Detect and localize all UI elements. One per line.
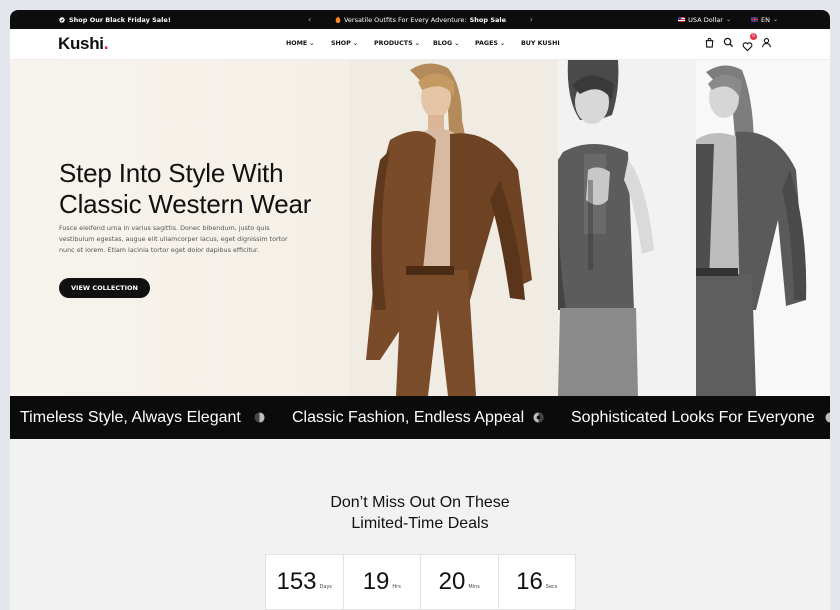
nav-label: BLOG (433, 40, 453, 47)
nav-item-shop[interactable]: SHOP ⌄ (331, 40, 374, 47)
hero-description: Fusce eleifend urna in varius sagittis. … (59, 224, 288, 254)
logo-dot: . (103, 34, 109, 53)
us-flag-icon (678, 17, 686, 22)
nav-item-pages[interactable]: PAGES ⌄ (475, 40, 521, 47)
search-icon[interactable] (723, 37, 734, 48)
nav-item-products[interactable]: PRODUCTS ⌄ (374, 40, 433, 47)
hero-title-line: Classic Western Wear (59, 189, 312, 219)
model-photo-brown-suit (350, 60, 558, 396)
deals-title: Don’t Miss Out On These Limited-Time Deal… (10, 492, 830, 534)
nav-label: HOME (286, 40, 308, 47)
countdown-value: 16 (516, 568, 543, 595)
locale-selectors: USA Dollar ⌄ EN ⌄ (678, 16, 778, 24)
model-photo-grayscale-vest (558, 60, 696, 396)
chevron-down-icon: ⌄ (352, 40, 359, 47)
wishlist-count-badge: 0 (750, 33, 757, 40)
uk-flag-icon (750, 17, 758, 22)
countdown-unit: Secs (545, 584, 558, 590)
countdown-value: 153 (276, 568, 317, 595)
currency-select[interactable]: USA Dollar ⌄ (678, 16, 731, 24)
nav-label: SHOP (331, 40, 351, 47)
announcement-bar: Shop Our Black Friday Sale! ‹ Versatile … (10, 10, 830, 29)
site-header: Kushi. HOME ⌄ SHOP ⌄ PRODUCTS ⌄ BLOG ⌄ PAGES… (10, 29, 830, 60)
marquee-item: Timeless Style, Always Elegant (20, 408, 241, 426)
wishlist-button[interactable]: 0 (742, 33, 757, 52)
deals-title-line: Don’t Miss Out On These (330, 494, 510, 511)
countdown-timer: 153 Days 19 Hrs 20 Mins 16 Secs (265, 554, 576, 610)
logo-text: Kushi (58, 34, 104, 53)
countdown-seconds: 16 Secs (499, 555, 576, 609)
black-friday-promo[interactable]: Shop Our Black Friday Sale! (59, 16, 171, 24)
chevron-down-icon: ⌄ (309, 40, 315, 47)
countdown-hours: 19 Hrs (344, 555, 421, 609)
language-select[interactable]: EN ⌄ (750, 15, 778, 24)
marquee-item: Sophisticated Looks For Everyone (571, 408, 815, 426)
shop-sale-link[interactable]: Shop Sale (470, 16, 506, 24)
half-circle-icon (533, 412, 544, 423)
currency-label: USA Dollar (688, 15, 723, 24)
countdown-value: 19 (362, 568, 390, 595)
hero-title: Step Into Style With Classic Western Wear (59, 158, 311, 220)
nav-label: BUY KUSHI (521, 40, 560, 47)
heart-icon (742, 42, 753, 52)
chevron-down-icon: ⌄ (499, 40, 506, 47)
language-label: EN (760, 15, 770, 24)
countdown-unit: Mins (468, 584, 480, 590)
nav-item-blog[interactable]: BLOG ⌄ (433, 40, 475, 47)
shopping-bag-icon[interactable] (704, 37, 715, 48)
promo-center-text: Versatile Outfits For Every Adventure: (343, 15, 467, 24)
chevron-down-icon: ⌄ (414, 40, 420, 47)
promo-left-text: Shop Our Black Friday Sale! (69, 15, 171, 24)
nav-item-home[interactable]: HOME ⌄ (286, 40, 331, 47)
nav-label: PRODUCTS (374, 40, 413, 47)
nav-item-buy-kushi[interactable]: BUY KUSHI (521, 40, 560, 47)
promo-carousel: ‹ Versatile Outfits For Every Adventure:… (308, 15, 533, 24)
promo-message: Versatile Outfits For Every Adventure: S… (335, 16, 506, 24)
hero-title-line: Step Into Style With (59, 158, 284, 188)
half-circle-icon (825, 412, 830, 423)
marquee-strip: Timeless Style, Always Elegant Classic F… (10, 396, 830, 439)
view-collection-button[interactable]: VIEW COLLECTION (59, 278, 150, 298)
countdown-days: 153 Days (266, 555, 344, 609)
deals-section: Don’t Miss Out On These Limited-Time Deal… (10, 439, 830, 610)
countdown-minutes: 20 Mins (421, 555, 499, 609)
chevron-down-icon: ⌄ (772, 16, 778, 23)
chevron-right-icon[interactable]: › (530, 15, 533, 24)
badge-icon (59, 16, 65, 23)
chevron-left-icon[interactable]: ‹ (308, 15, 311, 24)
model-photo-grayscale-jacket (696, 60, 830, 396)
logo[interactable]: Kushi. (58, 34, 109, 54)
countdown-unit: Hrs (392, 584, 401, 590)
hero-banner: Step Into Style With Classic Western Wear… (10, 60, 830, 396)
fire-icon (335, 16, 341, 23)
countdown-unit: Days (319, 584, 333, 590)
nav-label: PAGES (475, 40, 498, 47)
chevron-down-icon: ⌄ (454, 40, 460, 47)
marquee-item: Classic Fashion, Endless Appeal (292, 408, 525, 426)
deals-title-line: Limited-Time Deals (351, 515, 489, 532)
main-nav: HOME ⌄ SHOP ⌄ PRODUCTS ⌄ BLOG ⌄ PAGES ⌄ BUY K… (286, 40, 560, 47)
half-circle-icon (254, 412, 265, 423)
header-actions: 0 (704, 33, 772, 52)
chevron-down-icon: ⌄ (725, 16, 731, 23)
user-icon[interactable] (761, 37, 772, 48)
browser-page: Shop Our Black Friday Sale! ‹ Versatile … (10, 10, 830, 610)
countdown-value: 20 (438, 568, 466, 595)
